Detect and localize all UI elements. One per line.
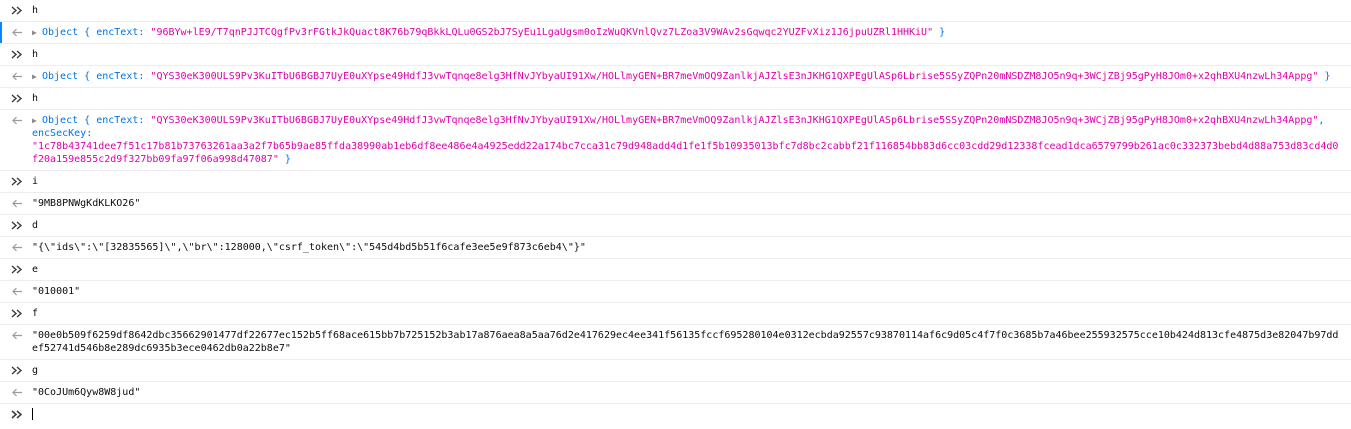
console-output-entry: "{\"ids\":\"[32835565]\",\"br\":128000,\… (0, 237, 1351, 259)
input-expression: h (32, 49, 39, 60)
console-output-entry: "00e0b509f6259df8642dbc35662901477df2267… (0, 325, 1351, 360)
input-expression: e (32, 264, 39, 275)
console-output-entry: ▶ Object { encText: "QYS30eK300ULS9Pv3KuI… (0, 110, 1351, 171)
object-value: "1c78b43741dee7f51c17b81b73763261aa3a2f7… (32, 141, 1339, 165)
console-input-row[interactable] (0, 404, 1351, 424)
console-output-entry: ▶ Object { encText: "QYS30eK300ULS9Pv3KuI… (0, 66, 1351, 88)
string-result: "9MB8PNWgKdKLKO26" (32, 198, 141, 209)
input-expression: d (32, 220, 39, 231)
object-key: encSecKey (32, 128, 87, 139)
object-label: Object (42, 27, 79, 38)
object-label: Object (42, 71, 79, 82)
expand-triangle-icon[interactable]: ▶ (32, 26, 42, 39)
left-arrow-icon (10, 285, 24, 298)
console-output-entry: "010001" (0, 281, 1351, 303)
console-output: h ▶ Object { encText: "96BYw+lE9/T7qnPJJTC… (0, 0, 1351, 404)
input-expression: i (32, 176, 39, 187)
close-brace: } (1324, 71, 1331, 82)
string-result: "00e0b509f6259df8642dbc35662901477df2267… (32, 330, 1339, 354)
object-key: encText (96, 115, 139, 126)
object-key: encText (96, 71, 139, 82)
string-result: "0CoJUm6Qyw8W8jud" (32, 387, 141, 398)
object-key: encText (96, 27, 139, 38)
text-caret (32, 408, 33, 420)
console-input-entry: f (0, 303, 1351, 325)
console-input-entry: h (0, 88, 1351, 110)
close-brace: } (939, 27, 946, 38)
left-arrow-icon (10, 329, 24, 342)
close-brace: } (284, 154, 291, 165)
web-console: h ▶ Object { encText: "96BYw+lE9/T7qnPJJTC… (0, 0, 1351, 429)
console-input-entry: g (0, 360, 1351, 382)
left-arrow-icon (10, 241, 24, 254)
double-chevron-right-icon (10, 263, 24, 276)
double-chevron-right-icon (10, 175, 24, 188)
input-expression: h (32, 5, 39, 16)
expand-triangle-icon[interactable]: ▶ (32, 70, 42, 83)
key-separator: : (138, 71, 151, 82)
left-arrow-icon (10, 114, 24, 127)
key-separator: : (138, 115, 151, 126)
key-separator: : (138, 27, 151, 38)
string-result: "010001" (32, 286, 81, 297)
input-expression: h (32, 93, 39, 104)
left-arrow-icon (10, 197, 24, 210)
open-brace: { (84, 27, 91, 38)
key-separator: : (86, 128, 93, 139)
double-chevron-right-icon (10, 364, 24, 377)
object-value: "96BYw+lE9/T7qnPJJTCQgfPv3rFGtkJkQuact8K… (150, 27, 934, 38)
object-value: "QYS30eK300ULS9Pv3KuITbU6BGBJ7UyE0uXYpse… (150, 71, 1319, 82)
console-input-entry: d (0, 215, 1351, 237)
console-input-entry: h (0, 0, 1351, 22)
double-chevron-right-icon (10, 4, 24, 17)
object-value: "QYS30eK300ULS9Pv3KuITbU6BGBJ7UyE0uXYpse… (150, 115, 1319, 126)
left-arrow-icon (10, 26, 24, 39)
input-expression: f (32, 308, 39, 319)
double-chevron-right-icon (10, 219, 24, 232)
console-input-entry: i (0, 171, 1351, 193)
console-output-entry: ▶ Object { encText: "96BYw+lE9/T7qnPJJTCQ… (0, 22, 1351, 44)
expand-triangle-icon[interactable]: ▶ (32, 114, 42, 127)
console-input-entry: e (0, 259, 1351, 281)
open-brace: { (84, 71, 91, 82)
value-separator: , (1318, 115, 1325, 126)
input-expression: g (32, 365, 39, 376)
double-chevron-right-icon (10, 92, 24, 105)
console-output-entry: "9MB8PNWgKdKLKO26" (0, 193, 1351, 215)
object-label: Object (42, 115, 79, 126)
console-output-entry: "0CoJUm6Qyw8W8jud" (0, 382, 1351, 404)
open-brace: { (84, 115, 91, 126)
console-input-entry: h (0, 44, 1351, 66)
left-arrow-icon (10, 70, 24, 83)
double-chevron-right-icon (10, 48, 24, 61)
string-result: "{\"ids\":\"[32835565]\",\"br\":128000,\… (32, 242, 586, 253)
prompt-double-chevron-icon (10, 408, 24, 421)
double-chevron-right-icon (10, 307, 24, 320)
left-arrow-icon (10, 386, 24, 399)
